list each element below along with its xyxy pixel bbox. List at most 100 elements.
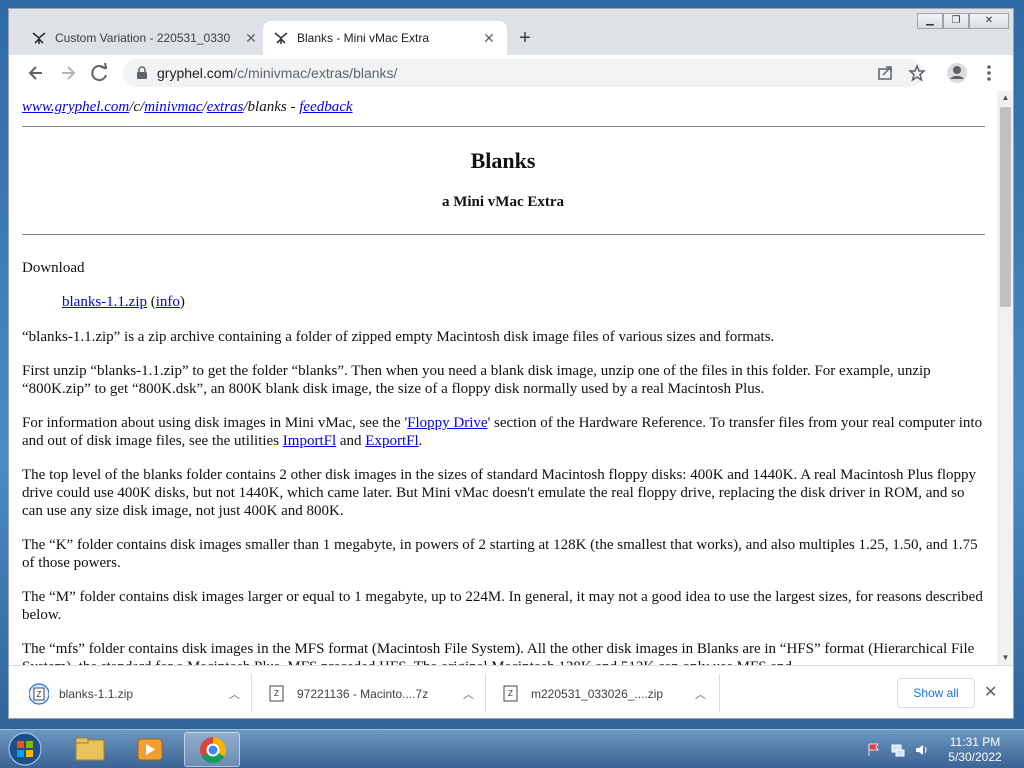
breadcrumb-site-link[interactable]: www.gryphel.com: [22, 99, 129, 115]
chevron-up-icon[interactable]: ︿: [463, 686, 474, 702]
paragraph: The “mfs” folder contains disk images in…: [22, 641, 975, 665]
download-line: blanks-1.1.zip (info): [62, 294, 185, 310]
close-tab-icon[interactable]: ✕: [243, 30, 259, 47]
close-downloads-icon[interactable]: ✕: [984, 682, 997, 702]
scroll-up-arrow-icon[interactable]: ▲: [997, 91, 1013, 105]
kebab-menu-icon: [987, 65, 991, 81]
archive-file-icon: Z: [269, 685, 284, 701]
media-player-icon: [137, 738, 163, 761]
paragraph: For information about using disk images …: [22, 414, 985, 450]
taskbar-explorer[interactable]: [62, 732, 118, 767]
url-host: gryphel.com: [157, 65, 234, 81]
paragraph: “blanks-1.1.zip” is a zip archive contai…: [22, 329, 775, 345]
page-content: www.gryphel.com/c/minivmac/extras/blanks…: [9, 91, 997, 665]
action-center-icon[interactable]: [866, 742, 882, 758]
paragraph-text: .: [418, 433, 423, 449]
svg-text:Z: Z: [274, 689, 279, 698]
share-icon: [878, 66, 892, 80]
download-filename: 97221136 - Macinto....7z: [297, 686, 429, 701]
taskbar-chrome[interactable]: [184, 732, 240, 767]
download-item[interactable]: Z m220531_033026_....zip ︿: [501, 666, 719, 718]
downloads-bar: Z blanks-1.1.zip ︿ Z 97221136 - Macinto.…: [9, 665, 1013, 718]
clock-time: 11:31 PM: [949, 735, 1001, 749]
breadcrumb-minivmac-link[interactable]: minivmac: [144, 99, 202, 115]
close-window-button[interactable]: ✕: [969, 13, 1009, 29]
volume-icon[interactable]: [914, 742, 930, 758]
profile-button[interactable]: [943, 59, 971, 87]
divider: [22, 126, 985, 127]
blanks-zip-link[interactable]: blanks-1.1.zip: [62, 294, 147, 310]
browser-toolbar: gryphel.com/c/minivmac/extras/blanks/: [9, 55, 1013, 91]
breadcrumb: www.gryphel.com/c/minivmac/extras/blanks…: [22, 99, 353, 116]
gryphel-favicon-icon: [274, 32, 288, 44]
back-arrow-icon: [28, 66, 42, 80]
avatar-icon: [947, 63, 967, 83]
forward-arrow-icon: [62, 66, 76, 80]
breadcrumb-current: /blanks -: [243, 99, 300, 115]
paragraph: The top level of the blanks folder conta…: [22, 467, 977, 519]
show-all-button[interactable]: Show all: [897, 678, 975, 708]
zip-file-icon: Z: [29, 682, 49, 705]
feedback-link[interactable]: feedback: [299, 99, 352, 115]
chrome-icon: [200, 736, 227, 764]
address-bar[interactable]: gryphel.com/c/minivmac/extras/blanks/: [123, 59, 923, 87]
download-filename: blanks-1.1.zip: [59, 686, 134, 701]
chevron-up-icon[interactable]: ︿: [695, 686, 706, 702]
floppy-drive-link[interactable]: Floppy Drive: [407, 415, 487, 431]
minimize-button[interactable]: ▁: [917, 13, 943, 29]
share-button[interactable]: [871, 59, 899, 87]
scroll-thumb[interactable]: [1000, 107, 1011, 307]
paragraph: The “K” folder contains disk images smal…: [22, 537, 978, 571]
info-link[interactable]: info: [156, 294, 180, 310]
system-clock[interactable]: 11:31 PM 5/30/2022: [940, 735, 1010, 765]
download-separator: [719, 674, 720, 712]
download-item[interactable]: Z 97221136 - Macinto....7z ︿: [267, 666, 485, 718]
gryphel-favicon-icon: [32, 32, 46, 44]
new-tab-button[interactable]: +: [513, 27, 537, 51]
taskbar-media-player[interactable]: [122, 732, 178, 767]
tab-blanks[interactable]: Blanks - Mini vMac Extra ✕: [263, 21, 507, 55]
download-filename: m220531_033026_....zip: [531, 686, 664, 701]
svg-text:Z: Z: [508, 689, 513, 698]
network-icon[interactable]: [890, 742, 906, 758]
folder-icon: [75, 737, 105, 761]
vertical-scrollbar[interactable]: ▲ ▼: [997, 91, 1013, 665]
forward-button[interactable]: [54, 59, 82, 87]
tab-title: Custom Variation - 220531_0330: [55, 31, 231, 45]
zip-file-icon: Z: [503, 685, 518, 701]
download-heading: Download: [22, 260, 85, 276]
start-button-icon[interactable]: [5, 731, 45, 767]
exportfl-link[interactable]: ExportFl: [365, 433, 418, 449]
taskbar: 11:31 PM 5/30/2022: [0, 729, 1024, 768]
tab-strip: Custom Variation - 220531_0330 ✕ Blanks …: [9, 9, 1013, 55]
download-separator: [251, 674, 252, 712]
close-tab-icon[interactable]: ✕: [481, 30, 497, 47]
url-text: gryphel.com/c/minivmac/extras/blanks/: [157, 65, 397, 81]
tab-title: Blanks - Mini vMac Extra: [297, 31, 430, 45]
svg-text:Z: Z: [37, 690, 42, 699]
restore-button[interactable]: ❐: [943, 13, 969, 29]
clock-date: 5/30/2022: [948, 750, 1002, 764]
tab-custom-variation[interactable]: Custom Variation - 220531_0330 ✕: [21, 21, 269, 55]
bookmark-button[interactable]: [903, 59, 931, 87]
page-title: Blanks: [470, 148, 536, 173]
reload-icon: [91, 62, 108, 82]
breadcrumb-sep: /c/: [129, 99, 145, 115]
paragraph: First unzip “blanks-1.1.zip” to get the …: [22, 363, 931, 397]
browser-window: Custom Variation - 220531_0330 ✕ Blanks …: [8, 8, 1014, 719]
scroll-down-arrow-icon[interactable]: ▼: [997, 651, 1013, 665]
paragraph: The “M” folder contains disk images larg…: [22, 589, 983, 623]
download-separator: [485, 674, 486, 712]
menu-button[interactable]: [975, 59, 1003, 87]
breadcrumb-extras-link[interactable]: extras: [207, 99, 244, 115]
download-item[interactable]: Z blanks-1.1.zip ︿: [29, 666, 251, 718]
lock-icon: [137, 66, 147, 79]
chevron-up-icon[interactable]: ︿: [229, 686, 240, 702]
paragraph-text: and: [336, 433, 366, 449]
back-button[interactable]: [22, 59, 50, 87]
importfl-link[interactable]: ImportFl: [283, 433, 336, 449]
url-path: /c/minivmac/extras/blanks/: [233, 65, 398, 81]
page-subtitle: a Mini vMac Extra: [441, 194, 565, 210]
star-icon: [908, 63, 926, 82]
reload-button[interactable]: [86, 59, 114, 87]
